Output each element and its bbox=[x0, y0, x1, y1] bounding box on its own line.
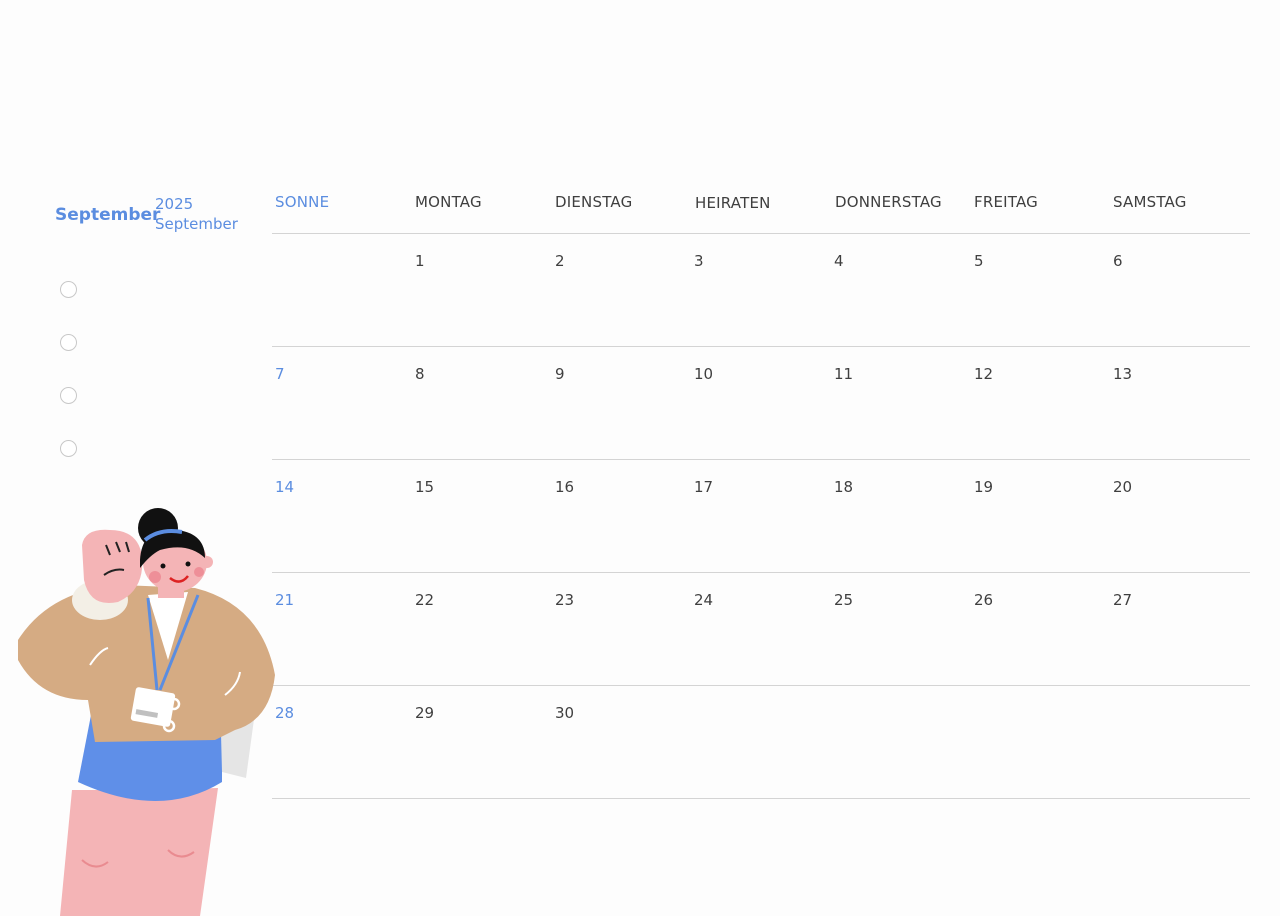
weekday-monday: MONTAG bbox=[415, 193, 482, 211]
week-row-4: 21 22 23 24 25 26 27 bbox=[272, 573, 1250, 686]
date-cell[interactable]: 19 bbox=[974, 478, 993, 496]
date-cell[interactable]: 10 bbox=[694, 365, 713, 383]
weekday-wednesday: HEIRATEN bbox=[695, 194, 771, 212]
date-cell[interactable]: 18 bbox=[834, 478, 853, 496]
date-cell[interactable]: 23 bbox=[555, 591, 574, 609]
date-cell[interactable]: 14 bbox=[275, 478, 294, 496]
weekday-sunday: SONNE bbox=[275, 193, 330, 211]
week-row-5: 28 29 30 bbox=[272, 686, 1250, 799]
date-cell[interactable]: 26 bbox=[974, 591, 993, 609]
weekday-thursday: DONNERSTAG bbox=[835, 193, 942, 211]
todo-checkbox-4[interactable] bbox=[60, 440, 77, 457]
date-cell[interactable]: 7 bbox=[275, 365, 285, 383]
year-label: 2025 bbox=[155, 195, 194, 213]
week-row-3: 14 15 16 17 18 19 20 bbox=[272, 460, 1250, 573]
weekday-friday: FREITAG bbox=[974, 193, 1038, 211]
date-cell[interactable]: 5 bbox=[974, 252, 984, 270]
date-cell[interactable]: 6 bbox=[1113, 252, 1123, 270]
date-cell[interactable]: 29 bbox=[415, 704, 434, 722]
date-cell[interactable]: 17 bbox=[694, 478, 713, 496]
todo-checkbox-2[interactable] bbox=[60, 334, 77, 351]
date-cell[interactable]: 3 bbox=[694, 252, 704, 270]
week-row-1: 1 2 3 4 5 6 bbox=[272, 234, 1250, 347]
date-cell[interactable]: 24 bbox=[694, 591, 713, 609]
date-cell[interactable]: 20 bbox=[1113, 478, 1132, 496]
date-cell[interactable]: 13 bbox=[1113, 365, 1132, 383]
date-cell[interactable]: 2 bbox=[555, 252, 565, 270]
weekday-header: SONNE MONTAG DIENSTAG HEIRATEN DONNERSTA… bbox=[272, 182, 1250, 234]
date-cell[interactable]: 15 bbox=[415, 478, 434, 496]
date-cell[interactable]: 12 bbox=[974, 365, 993, 383]
year-month-block: 2025 September bbox=[155, 194, 238, 234]
calendar-grid: SONNE MONTAG DIENSTAG HEIRATEN DONNERSTA… bbox=[272, 182, 1250, 799]
date-cell[interactable]: 4 bbox=[834, 252, 844, 270]
month-sub-label: September bbox=[155, 215, 238, 233]
date-cell[interactable]: 8 bbox=[415, 365, 425, 383]
date-cell[interactable]: 22 bbox=[415, 591, 434, 609]
date-cell[interactable]: 25 bbox=[834, 591, 853, 609]
date-cell[interactable]: 11 bbox=[834, 365, 853, 383]
week-row-2: 7 8 9 10 11 12 13 bbox=[272, 347, 1250, 460]
date-cell[interactable]: 9 bbox=[555, 365, 565, 383]
weekday-tuesday: DIENSTAG bbox=[555, 193, 633, 211]
month-label: September bbox=[55, 205, 161, 225]
todo-checkbox-1[interactable] bbox=[60, 281, 77, 298]
date-cell[interactable]: 30 bbox=[555, 704, 574, 722]
todo-checkbox-3[interactable] bbox=[60, 387, 77, 404]
woman-with-badge-illustration bbox=[18, 508, 275, 916]
date-cell[interactable]: 16 bbox=[555, 478, 574, 496]
date-cell[interactable]: 27 bbox=[1113, 591, 1132, 609]
date-cell[interactable]: 1 bbox=[415, 252, 425, 270]
weekday-saturday: SAMSTAG bbox=[1113, 193, 1187, 211]
